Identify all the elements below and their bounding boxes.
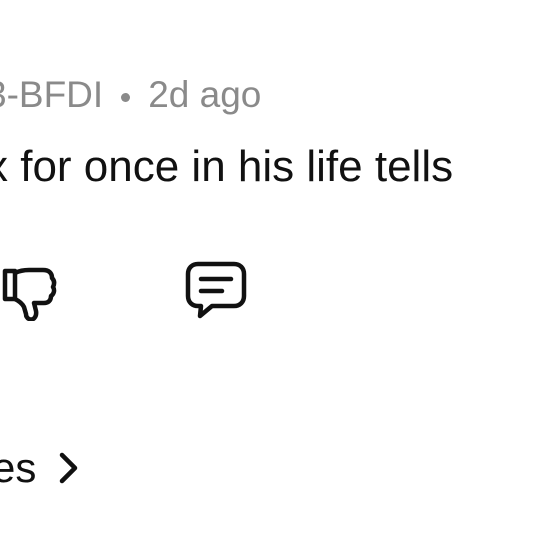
- reply-button[interactable]: [181, 258, 251, 324]
- more-replies-link[interactable]: es: [0, 440, 80, 496]
- comment-meta: 3-BFDI 2d ago: [0, 72, 261, 118]
- dislike-button[interactable]: [0, 258, 64, 324]
- comment-body: x for once in his life tells: [0, 142, 454, 191]
- thumbs-down-icon: [2, 267, 57, 321]
- comment-author[interactable]: 3-BFDI: [0, 74, 103, 116]
- comment-timestamp: 2d ago: [148, 74, 262, 115]
- more-replies-label: es: [0, 444, 37, 491]
- chevron-right-icon: [58, 451, 80, 485]
- separator-dot: [121, 92, 131, 102]
- comment-icon: [185, 261, 247, 319]
